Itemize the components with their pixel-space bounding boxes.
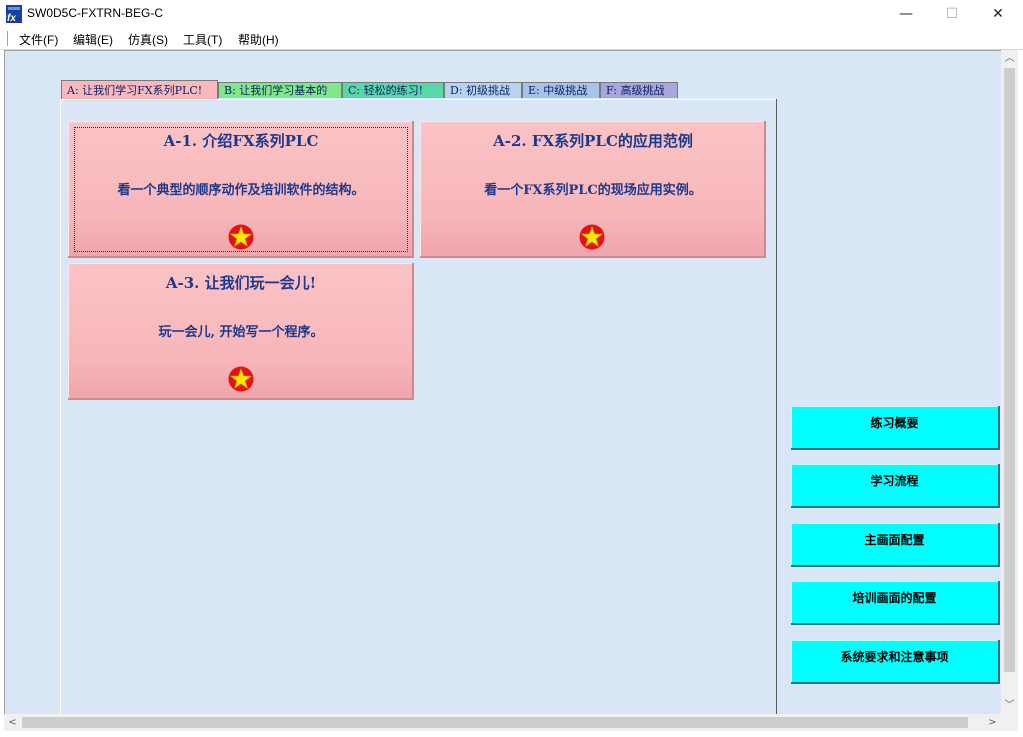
- menu-tools[interactable]: 工具(T): [183, 31, 222, 48]
- menu-edit[interactable]: 编辑(E): [73, 31, 113, 48]
- tab-e[interactable]: E: 中级挑战: [522, 82, 600, 98]
- system-requirements-button[interactable]: 系统要求和注意事项: [791, 640, 1000, 684]
- button-label: 培训画面的配置: [852, 591, 937, 605]
- menu-bar: 文件(F) 编辑(E) 仿真(S) 工具(T) 帮助(H): [0, 28, 1023, 50]
- tab-d[interactable]: D: 初级挑战: [444, 82, 522, 98]
- tab-b[interactable]: B: 让我们学习基本的: [218, 82, 342, 98]
- card-description: 看一个典型的顺序动作及培训软件的结构。: [117, 183, 365, 198]
- tab-panel-border-left: [60, 99, 61, 714]
- learning-flow-button[interactable]: 学习流程: [791, 464, 1000, 508]
- main-screen-config-button[interactable]: 主画面配置: [791, 523, 1000, 567]
- scroll-down-icon[interactable]: ﹀: [1001, 697, 1018, 714]
- minimize-button[interactable]: —: [883, 0, 929, 28]
- lesson-card-a1[interactable]: A-1. 介绍FX系列PLC 看一个典型的顺序动作及培训软件的结构。: [68, 121, 414, 258]
- star-icon: [228, 366, 254, 392]
- menu-help[interactable]: 帮助(H): [238, 31, 279, 48]
- lesson-card-a2[interactable]: A-2. FX系列PLC的应用范例 看一个FX系列PLC的现场应用实例。: [420, 121, 766, 258]
- tab-a[interactable]: A: 让我们学习FX系列PLC!: [61, 80, 218, 99]
- tab-c[interactable]: C: 轻松的练习!: [342, 82, 444, 98]
- close-button[interactable]: ✕: [975, 0, 1021, 28]
- scroll-left-icon[interactable]: <: [4, 714, 21, 731]
- tab-panel-border-right: [776, 99, 777, 714]
- svg-text:fx: fx: [7, 13, 16, 23]
- button-label: 练习概要: [870, 416, 919, 430]
- tab-panel-border-top: [60, 99, 777, 100]
- menu-file[interactable]: 文件(F): [19, 31, 58, 48]
- button-label: 学习流程: [870, 474, 919, 488]
- maximize-button[interactable]: ☐: [929, 0, 975, 28]
- overview-button[interactable]: 练习概要: [791, 406, 1000, 450]
- card-description: 看一个FX系列PLC的现场应用实例。: [484, 183, 702, 198]
- card-description: 玩一会儿, 开始写一个程序。: [158, 325, 324, 340]
- button-label: 主画面配置: [864, 533, 925, 547]
- menu-simulate[interactable]: 仿真(S): [128, 31, 168, 48]
- star-icon: [579, 224, 605, 250]
- card-title: A-3. 让我们玩一会儿!: [165, 274, 317, 292]
- card-title: A-1. 介绍FX系列PLC: [163, 132, 319, 150]
- vertical-scroll-thumb[interactable]: [1004, 68, 1015, 672]
- card-title: A-2. FX系列PLC的应用范例: [493, 132, 693, 150]
- title-bar: fx SW0D5C-FXTRN-BEG-C — ☐ ✕: [0, 0, 1023, 28]
- training-screen-config-button[interactable]: 培训画面的配置: [791, 581, 1000, 625]
- star-icon: [228, 224, 254, 250]
- lesson-card-a3[interactable]: A-3. 让我们玩一会儿! 玩一会儿, 开始写一个程序。: [68, 263, 414, 400]
- scroll-right-icon[interactable]: >: [984, 714, 1001, 731]
- button-label: 系统要求和注意事项: [840, 650, 949, 664]
- fx-logo-icon: fx: [6, 5, 22, 23]
- menu-grip: [7, 31, 11, 46]
- horizontal-scroll-thumb[interactable]: [22, 717, 968, 728]
- scroll-up-icon[interactable]: ︿: [1001, 50, 1018, 67]
- window-title: SW0D5C-FXTRN-BEG-C: [27, 6, 164, 20]
- scroll-corner: [1001, 714, 1018, 731]
- tab-f[interactable]: F: 高级挑战: [600, 82, 678, 98]
